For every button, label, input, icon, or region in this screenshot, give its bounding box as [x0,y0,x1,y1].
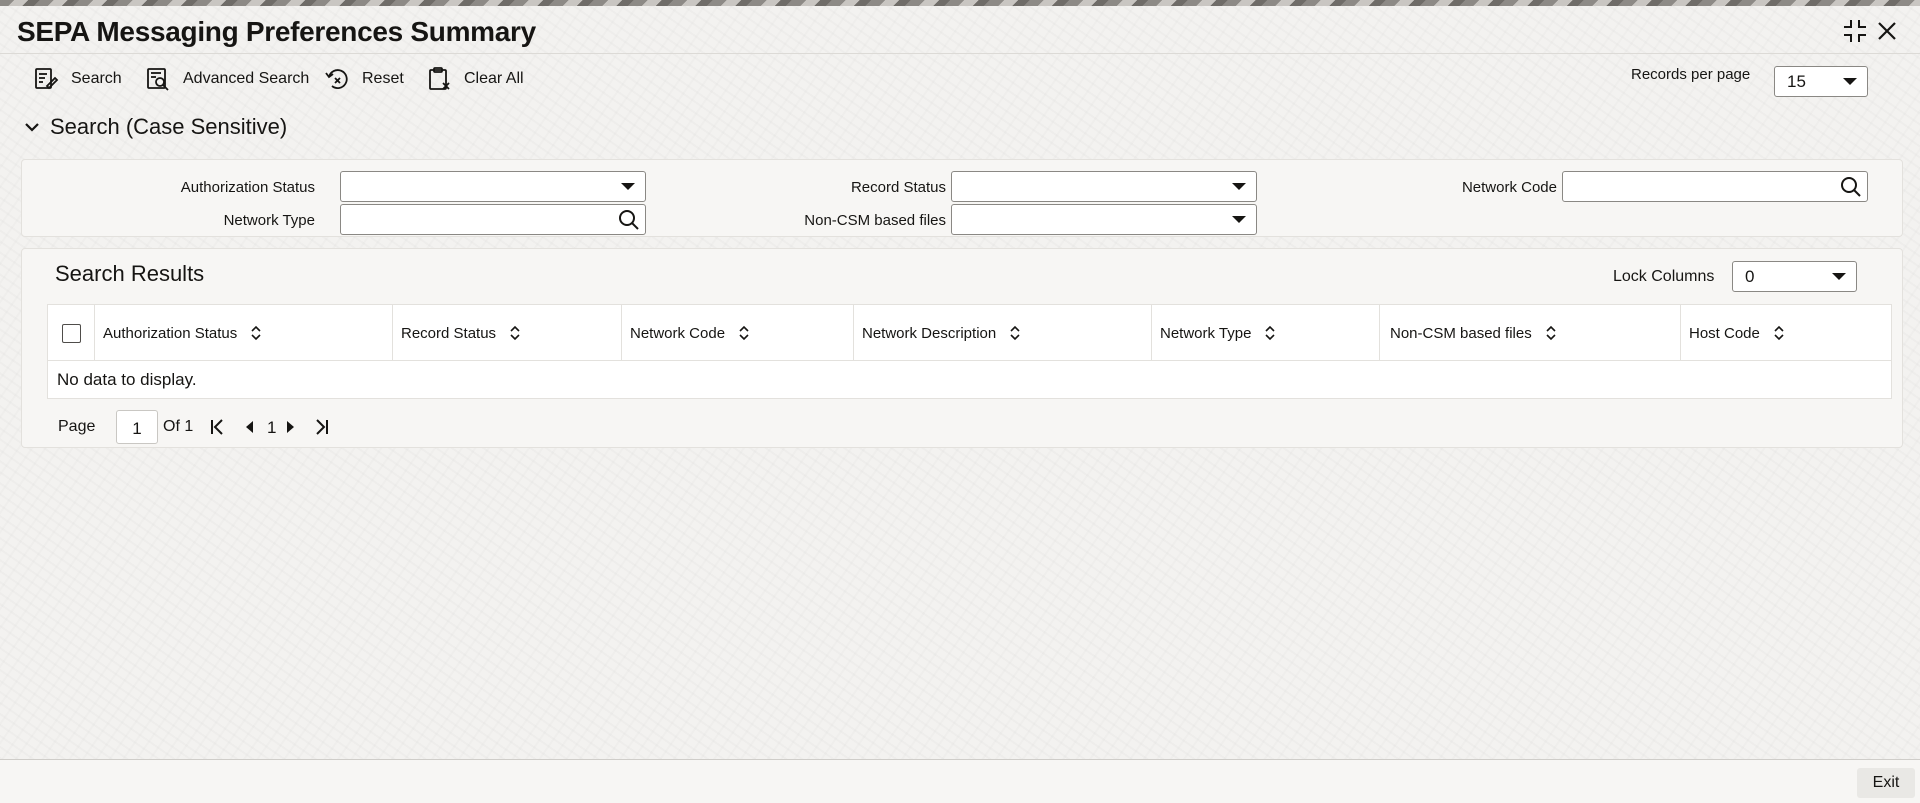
column-header-label: Host Code [1689,324,1760,342]
non-csm-files-select[interactable] [951,204,1257,235]
title-bar: SEPA Messaging Preferences Summary [0,6,1920,54]
search-form-icon [33,66,59,92]
last-page-icon[interactable] [311,417,331,437]
clear-all-button[interactable]: Clear All [426,62,524,96]
chevron-down-icon [1832,273,1846,280]
column-header-network-code[interactable]: Network Code [622,305,854,361]
select-all-checkbox[interactable] [62,324,81,343]
search-button-label: Search [71,70,122,87]
column-header-authorization-status[interactable]: Authorization Status [95,305,393,361]
record-status-select[interactable] [951,171,1257,202]
search-results-panel: Search Results Lock Columns 0 Authorizat… [21,248,1903,448]
footer-bar: Exit [0,759,1920,803]
search-icon[interactable] [617,208,641,232]
lock-columns-label: Lock Columns [1613,268,1715,285]
sort-icon [251,325,261,341]
collapse-arrows-icon[interactable] [1842,18,1868,44]
column-header-label: Non-CSM based files [1390,324,1532,342]
exit-button[interactable]: Exit [1857,768,1915,798]
pagination: Page 1 Of 1 1 [58,410,458,444]
column-header-label: Record Status [401,324,497,342]
search-button[interactable]: Search [33,62,122,96]
lock-columns-select[interactable]: 0 [1732,261,1857,292]
record-status-label: Record Status [850,179,946,196]
next-page-icon[interactable] [280,417,300,437]
reset-button[interactable]: Reset [324,62,404,96]
column-header-host-code[interactable]: Host Code [1681,305,1891,361]
column-header-label: Network Description [862,324,997,342]
chevron-down-icon [1232,216,1246,223]
results-table: Authorization Status Record Status Netwo… [47,304,1892,399]
no-data-message: No data to display. [57,370,197,389]
search-section-title: Search (Case Sensitive) [50,114,288,139]
page-label: Page [58,418,96,435]
select-all-cell [48,305,95,361]
close-icon[interactable] [1874,18,1900,44]
records-per-page-value: 15 [1787,71,1806,91]
column-header-non-csm-based-files[interactable]: Non-CSM based files [1380,305,1681,361]
records-per-page-select[interactable]: 15 [1774,66,1868,97]
page-of-label: Of 1 [163,418,194,435]
column-header-label: Network Type [1160,324,1252,342]
sort-icon [1774,325,1784,341]
page-number-input[interactable]: 1 [116,410,158,444]
chevron-down-icon [25,123,39,132]
sort-icon [1546,325,1556,341]
sort-icon [739,325,749,341]
sort-icon [1010,325,1020,341]
network-code-label: Network Code [1461,179,1557,196]
chevron-down-icon [1232,183,1246,190]
current-page-number: 1 [267,418,277,437]
chevron-down-icon [621,183,635,190]
column-header-network-description[interactable]: Network Description [854,305,1152,361]
advanced-search-button[interactable]: Advanced Search [145,62,309,96]
non-csm-files-label: Non-CSM based files [804,212,946,229]
clipboard-clear-icon [426,66,452,92]
search-criteria-panel: Authorization Status Record Status Netwo… [21,159,1903,237]
advanced-search-icon [145,66,171,92]
sort-icon [1265,325,1276,341]
previous-page-icon[interactable] [240,417,260,437]
reset-label: Reset [362,70,404,87]
reset-icon [324,66,350,92]
advanced-search-label: Advanced Search [183,70,310,87]
lock-columns-value: 0 [1745,266,1755,286]
results-title: Search Results [55,261,205,286]
search-section-toggle[interactable]: Search (Case Sensitive) [22,114,287,140]
sort-icon [510,325,520,341]
column-header-record-status[interactable]: Record Status [393,305,622,361]
network-code-input[interactable] [1562,171,1868,202]
table-header-row: Authorization Status Record Status Netwo… [48,305,1891,361]
column-header-label: Authorization Status [103,324,238,342]
chevron-down-icon [1843,78,1857,85]
authorization-status-select[interactable] [340,171,646,202]
page-title: SEPA Messaging Preferences Summary [17,16,536,47]
records-per-page-label: Records per page [1631,66,1751,83]
first-page-icon[interactable] [208,417,228,437]
column-header-label: Network Code [630,324,726,342]
network-type-label: Network Type [223,212,315,229]
network-type-input[interactable] [340,204,646,235]
clear-all-label: Clear All [464,70,524,87]
column-header-network-type[interactable]: Network Type [1152,305,1380,361]
authorization-status-label: Authorization Status [180,179,315,196]
search-icon[interactable] [1839,175,1863,199]
